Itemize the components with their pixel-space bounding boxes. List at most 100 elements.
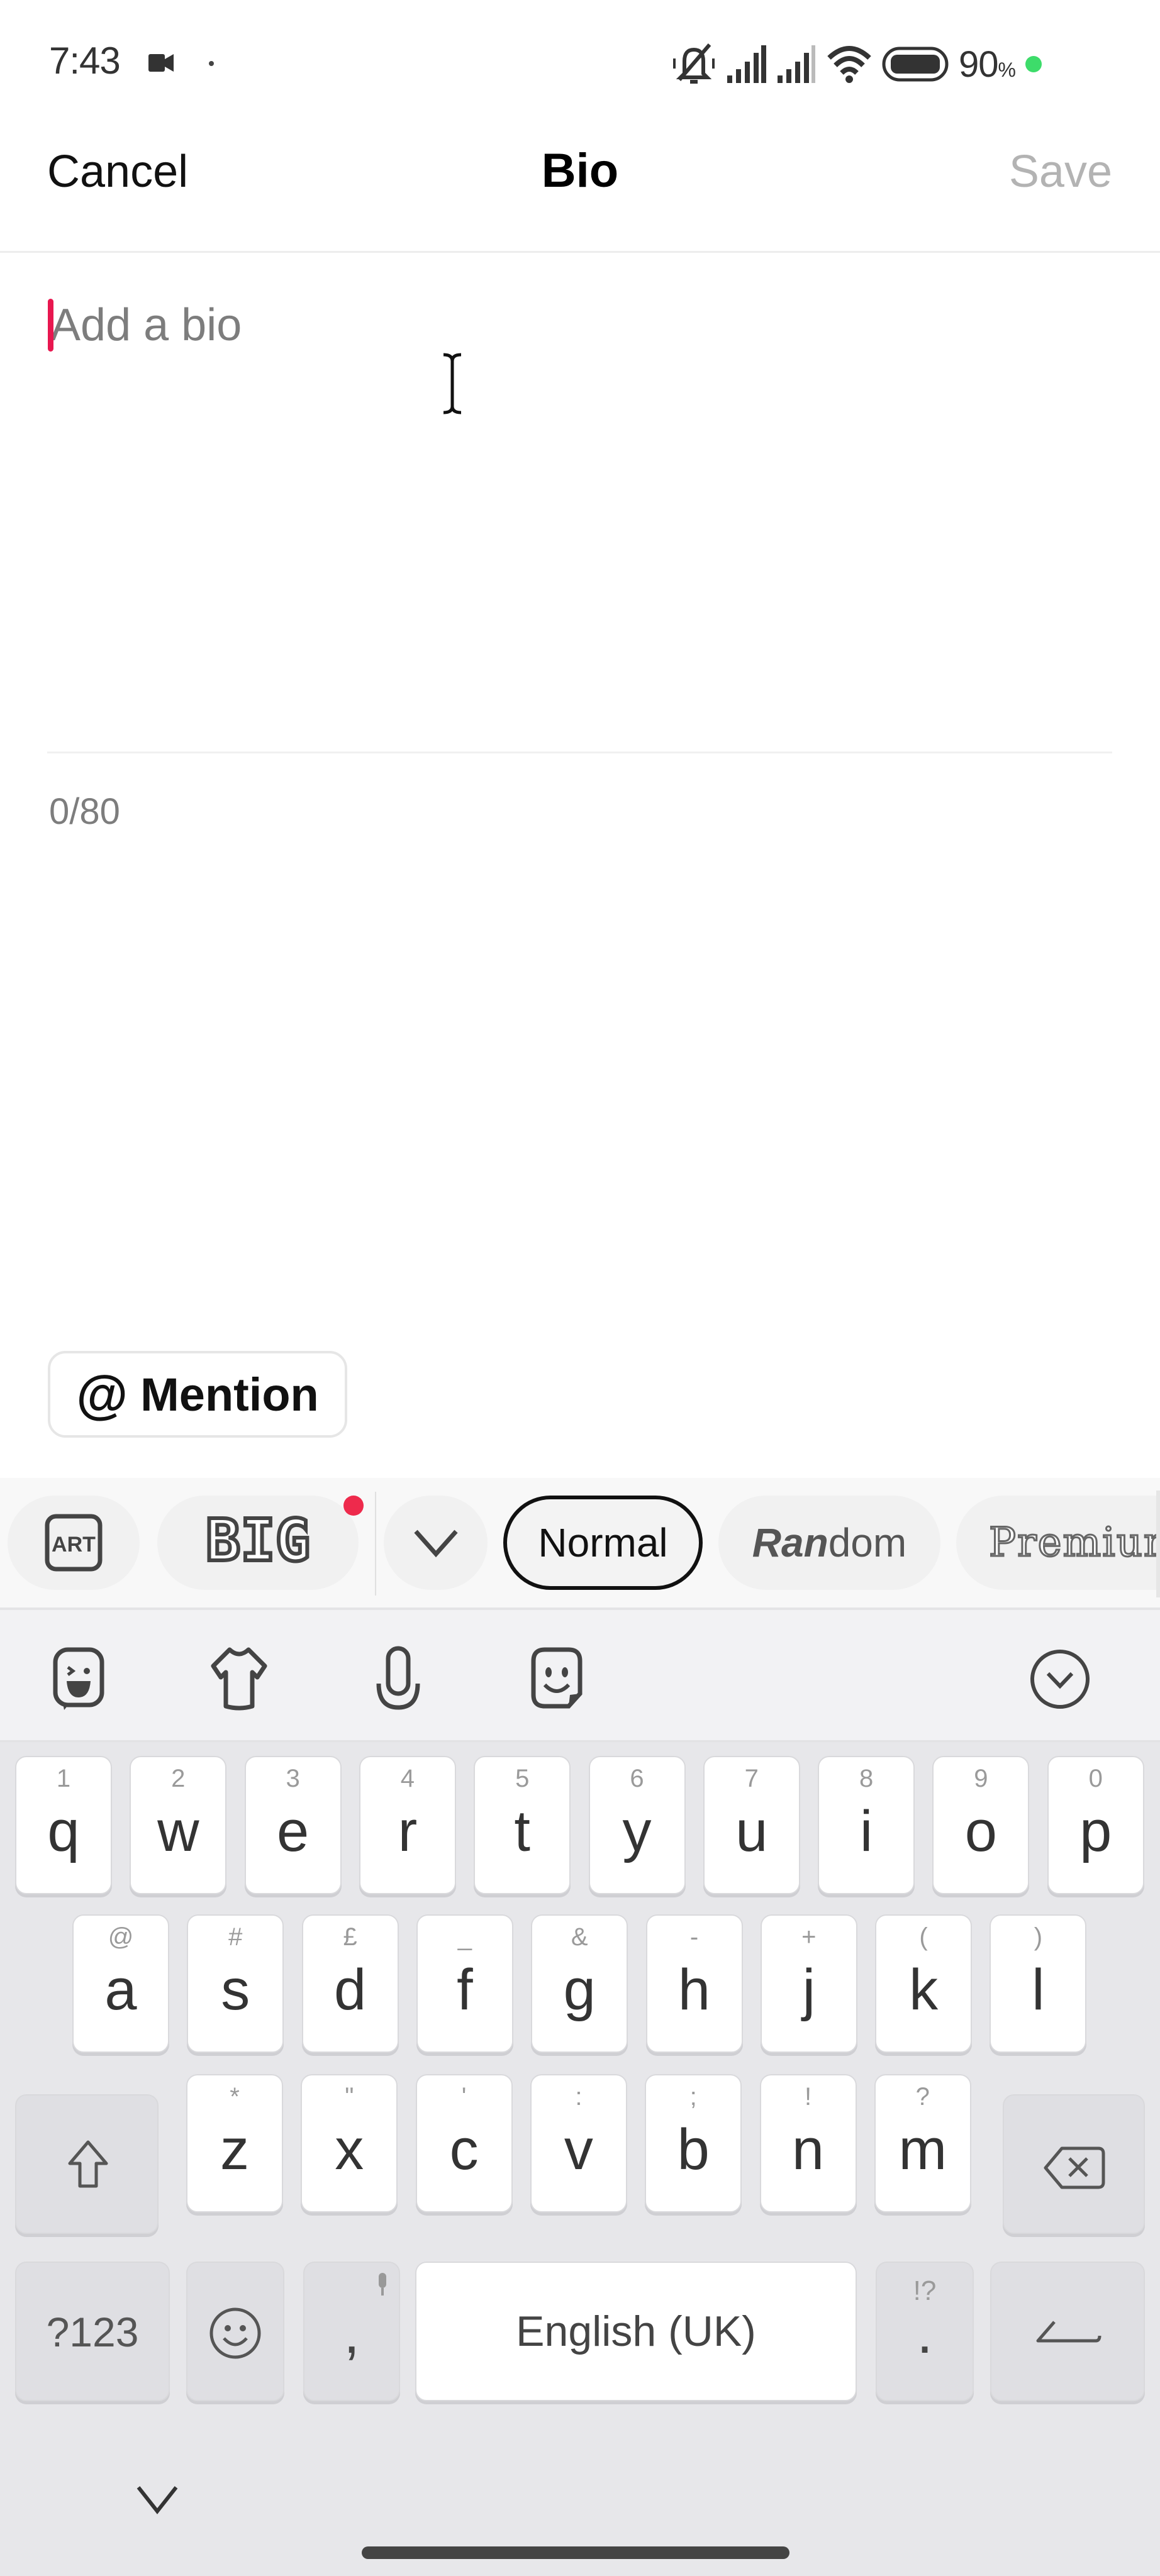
key-e[interactable]: 3e bbox=[244, 1756, 342, 1894]
key-d[interactable]: £ d bbox=[301, 1914, 399, 2053]
text-cursor-icon bbox=[443, 353, 462, 414]
hide-keyboard-icon[interactable] bbox=[132, 2480, 182, 2518]
key-char: q bbox=[47, 1799, 80, 1863]
sticker-emoji-icon[interactable] bbox=[44, 1645, 113, 1714]
key-alt-char: 9 bbox=[974, 1765, 988, 1792]
space-key[interactable]: English (UK) bbox=[415, 2262, 857, 2401]
key-w[interactable]: 2w bbox=[130, 1756, 227, 1894]
key-m[interactable]: ? m bbox=[874, 2074, 971, 2212]
key-alt-char: ' bbox=[461, 2083, 467, 2111]
chevron-down-icon bbox=[413, 1530, 458, 1558]
backspace-icon bbox=[1044, 2146, 1105, 2189]
key-l[interactable]: ) l bbox=[990, 1914, 1087, 2053]
key-u[interactable]: 7u bbox=[703, 1756, 800, 1894]
key-alt-char: ( bbox=[919, 1923, 928, 1951]
key-alt-char: * bbox=[230, 2083, 240, 2111]
key-char: v bbox=[564, 2118, 593, 2182]
key-char: p bbox=[1079, 1799, 1112, 1863]
microphone-icon[interactable] bbox=[364, 1645, 433, 1714]
art-icon: ART bbox=[45, 1514, 103, 1572]
key-r[interactable]: 4r bbox=[359, 1756, 456, 1894]
key-alt-char: : bbox=[575, 2083, 583, 2111]
new-badge bbox=[343, 1496, 364, 1516]
key-alt-char: 7 bbox=[744, 1765, 759, 1792]
home-indicator[interactable] bbox=[362, 2546, 789, 2559]
key-alt-char: ) bbox=[1034, 1923, 1043, 1951]
comma-key[interactable]: , bbox=[303, 2262, 400, 2401]
key-o[interactable]: 9o bbox=[932, 1756, 1030, 1894]
key-a[interactable]: @ a bbox=[72, 1914, 169, 2053]
sticker-smiley-icon[interactable] bbox=[522, 1645, 591, 1714]
key-alt-char: 6 bbox=[630, 1765, 644, 1792]
status-icons: 90% bbox=[672, 39, 1042, 89]
key-char: f bbox=[457, 1958, 473, 2022]
silent-bell-icon bbox=[673, 43, 715, 84]
key-alt-char: " bbox=[345, 2083, 354, 2111]
style-chip-premium[interactable]: Premium bbox=[956, 1496, 1160, 1590]
key-char: o bbox=[964, 1799, 997, 1863]
key-i[interactable]: 8i bbox=[818, 1756, 915, 1894]
key-s[interactable]: # s bbox=[187, 1914, 284, 2053]
key-alt-char: # bbox=[228, 1923, 243, 1951]
expand-styles-button[interactable] bbox=[384, 1496, 488, 1590]
key-alt-char: + bbox=[801, 1923, 817, 1951]
key-h[interactable]: -h bbox=[645, 1914, 743, 2053]
battery-icon bbox=[882, 47, 949, 82]
emoji-key[interactable] bbox=[186, 2262, 284, 2401]
emoji-smiley-icon bbox=[209, 2307, 261, 2359]
key-char: y bbox=[622, 1799, 652, 1863]
key-v[interactable]: :v bbox=[530, 2074, 627, 2212]
enter-key[interactable] bbox=[990, 2262, 1145, 2401]
key-char: m bbox=[898, 2118, 947, 2182]
page-title: Bio bbox=[541, 144, 619, 197]
key-k[interactable]: (k bbox=[875, 1914, 973, 2053]
key-t[interactable]: 5t bbox=[474, 1756, 571, 1894]
key-alt-char: 3 bbox=[286, 1765, 300, 1792]
mention-label: Mention bbox=[140, 1368, 319, 1421]
collapse-chevron-icon[interactable] bbox=[1025, 1645, 1095, 1714]
key-f[interactable]: _ f bbox=[416, 1914, 513, 2053]
key-alt-char: 4 bbox=[400, 1765, 415, 1792]
key-p[interactable]: 0p bbox=[1047, 1756, 1144, 1894]
status-time: 7:43 bbox=[49, 40, 121, 82]
key-char: u bbox=[735, 1799, 768, 1863]
wifi-icon bbox=[827, 46, 871, 83]
key-b[interactable]: ; b bbox=[645, 2074, 742, 2212]
key-char: e bbox=[277, 1799, 310, 1863]
key-j[interactable]: + j bbox=[760, 1914, 857, 2053]
mention-button[interactable]: @ Mention bbox=[48, 1351, 347, 1438]
key-char: j bbox=[802, 1958, 816, 2022]
key-c[interactable]: ' c bbox=[415, 2074, 513, 2212]
big-style-button[interactable]: BIG bbox=[157, 1496, 359, 1590]
shift-key[interactable] bbox=[15, 2094, 159, 2234]
video-camera-icon bbox=[148, 54, 174, 72]
key-z[interactable]: * z bbox=[186, 2074, 283, 2212]
save-button[interactable]: Save bbox=[1009, 146, 1112, 197]
signal-sim1-icon bbox=[727, 45, 766, 83]
key-char: i bbox=[859, 1799, 873, 1863]
key-alt-char: & bbox=[571, 1923, 588, 1951]
style-chip-normal[interactable]: Normal bbox=[503, 1496, 703, 1590]
key-char: z bbox=[220, 2118, 249, 2182]
period-key[interactable]: !? . bbox=[876, 2262, 974, 2401]
key-x[interactable]: " x bbox=[301, 2074, 398, 2212]
bio-input[interactable] bbox=[47, 283, 1112, 748]
key-n[interactable]: ! n bbox=[759, 2074, 857, 2212]
key-y[interactable]: 6y bbox=[588, 1756, 686, 1894]
symbols-key[interactable]: ?123 bbox=[15, 2262, 170, 2401]
backspace-key[interactable] bbox=[1003, 2094, 1145, 2234]
svg-text:BIG: BIG bbox=[206, 1511, 310, 1574]
key-q[interactable]: 1q bbox=[15, 1756, 112, 1894]
big-icon: BIG bbox=[204, 1511, 312, 1574]
key-char: t bbox=[514, 1799, 530, 1863]
key-char: g bbox=[563, 1958, 596, 2022]
style-chip-random[interactable]: Random bbox=[718, 1496, 940, 1590]
keyboard-toolbar bbox=[0, 1610, 1160, 1742]
enter-icon bbox=[1036, 2321, 1101, 2343]
art-style-button[interactable]: ART bbox=[8, 1496, 140, 1590]
at-icon: @ bbox=[76, 1364, 128, 1424]
theme-shirt-icon[interactable] bbox=[204, 1645, 274, 1714]
battery-percent: 90% bbox=[959, 43, 1016, 85]
scroll-edge bbox=[1156, 1491, 1160, 1597]
key-g[interactable]: & g bbox=[531, 1914, 628, 2053]
